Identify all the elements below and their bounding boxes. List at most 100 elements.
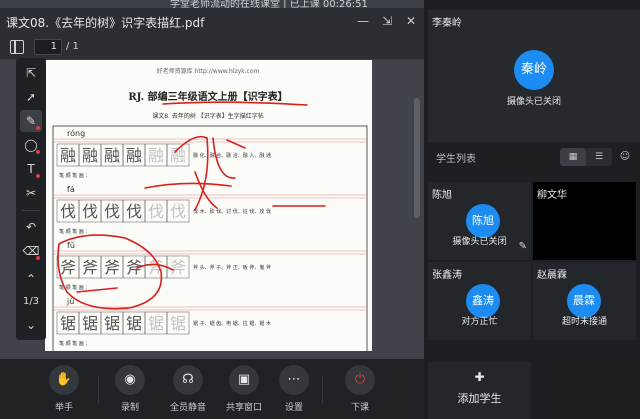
page-total: / 1 [66,41,79,52]
arrow-icon[interactable]: ➚ [20,86,42,108]
document-scrollbar[interactable] [414,58,420,351]
page-number-input[interactable]: 1 [34,39,62,55]
student-name: 赵晨霖 [537,270,567,281]
pdf-page-content: 好老师资源库 http://www.hlzyk.com RJ. 部编三年级语文上… [52,67,368,351]
pen-icon[interactable]: ✎ [20,110,42,132]
record-label: 录制 [120,403,139,413]
scroll-thumb[interactable] [414,98,420,218]
tracing-character: 伐 [60,202,76,221]
student-tile-chenxu[interactable]: 陈旭 陈旭 摄像头已关闭 ✎ [428,182,531,260]
tracing-character: 斧 [104,258,120,277]
teacher-video-tile[interactable]: 李秦岭 秦岭 摄像头已关闭 [428,10,640,142]
app-title-strip: 学堂老师流动的在线课堂 | 已上课 00:26:51 [0,0,424,8]
student-list-title: 学生列表 [436,154,476,165]
student-tile-liuwenhua[interactable]: 柳文华 [533,182,636,260]
settings-button[interactable]: ⋯ 设置 [266,365,322,415]
raise-hand-label: 举手 [54,403,73,413]
tracing-character: 融 [148,146,164,165]
text-icon[interactable]: T [20,158,42,180]
student-name: 柳文华 [537,190,567,201]
strokes-label: 笔 顺 笔 画 ： [59,172,90,179]
document-toolbar: 1 / 1 [0,36,424,60]
grid-view-icon[interactable]: ▦ [560,148,586,166]
student-avatar: 陈旭 [466,204,500,238]
tracing-character: 伐 [148,202,164,221]
classroom-app: 学堂老师流动的在线课堂 | 已上课 00:26:51 课文08.《去年的树》识字… [0,0,640,419]
mute-all-icon: ☊ [173,365,203,395]
list-view-icon[interactable]: ☰ [586,148,612,166]
eraser-icon[interactable]: ⌫ [20,240,42,262]
character-rows: róng融融融融融融融 化、融 合、融 洽、融 入、融 通笔 顺 笔 画 ：fá… [53,128,367,347]
settings-label: 设置 [284,403,303,413]
student-tile-zhangxintao[interactable]: 张鑫涛 鑫涛 对方正忙 [428,262,531,340]
share-window-button[interactable]: ▣ 共享窗口 [216,365,272,415]
sidebar-toggle-icon[interactable] [10,40,24,54]
user-settings-icon[interactable]: ☺ [616,148,634,166]
pen-icon[interactable]: ✎ [519,241,527,252]
worksheet-title: RJ. 部编三年级语文上册【识字表】 [128,90,287,103]
control-divider [322,375,323,403]
teacher-avatar: 秦岭 [514,50,554,90]
word-examples: 融 化、融 合、融 洽、融 入、融 通 [193,152,271,159]
record-icon: ◉ [115,365,145,395]
tracing-character: 融 [82,146,98,165]
ink-stroke [226,139,246,149]
student-tile-zhaochenlin[interactable]: 赵晨霖 晨霖 超时未接通 [533,262,636,340]
minimize-icon[interactable]: — [354,12,372,30]
word-examples: 锯 子、锯 齿、电 锯、拉 锯、锯 木 [193,320,271,327]
tracing-character: 锯 [104,314,120,333]
pinyin-label: fá [67,185,75,194]
tracing-character: 锯 [148,314,164,333]
student-name: 陈旭 [432,190,452,201]
student-camera-status: 摄像头已关闭 [452,237,507,247]
student-call-status: 对方正忙 [461,317,498,327]
page-counter: 1/3 [22,296,40,307]
tracing-character: 融 [60,146,76,165]
add-student-label: 添加学生 [457,392,502,405]
tool-divider [22,210,40,211]
document-header: 课文08.《去年的树》识字表描红.pdf — ⇲ ✕ [0,8,424,36]
close-icon[interactable]: ✕ [402,12,420,30]
tracing-character: 锯 [126,314,142,333]
pinyin-label: róng [67,128,85,138]
undo-icon[interactable]: ↶ [20,216,42,238]
end-class-button[interactable]: ⏻ 下课 [332,365,388,415]
tracing-character: 斧 [170,258,186,277]
share-window-icon: ▣ [229,365,259,395]
control-divider [98,375,99,403]
page-up-icon[interactable]: ⌃ [20,268,42,290]
add-student-button[interactable]: ✚ 添加学生 [428,362,531,419]
tracing-character: 伐 [82,202,98,221]
collapse-icon[interactable]: ⇲ [378,12,396,30]
tracing-character: 斧 [82,258,98,277]
record-button[interactable]: ◉ 录制 [102,365,158,415]
raise-hand-icon: ✋ [49,365,79,395]
ink-stroke [174,135,209,211]
strokes-label: 笔 顺 笔 画 ： [59,340,90,347]
tracing-character: 锯 [82,314,98,333]
control-bar: ✋ 举手 ◉ 录制 ☊ 全员静音 ▣ 共享窗口 ⋯ 设置 ⏻ 下课 [0,359,424,419]
shapes-icon[interactable]: ◯ [20,134,42,156]
student-avatar: 鑫涛 [466,284,500,318]
page-down-icon[interactable]: ⌄ [20,314,42,336]
tracing-character: 融 [104,146,120,165]
app-title: 学堂老师流动的在线课堂 | 已上课 00:26:51 [170,0,368,8]
tracing-character: 伐 [170,202,186,221]
scissors-icon[interactable]: ✂ [20,182,42,204]
handwriting-annotations [57,101,326,310]
pinyin-label: fǔ [67,241,75,250]
teacher-camera-status: 摄像头已关闭 [506,97,561,107]
teacher-name: 李秦岭 [432,18,462,29]
view-toggle: ▦ ☰ [560,148,612,166]
tracing-character: 锯 [170,314,186,333]
strokes-label: 笔 顺 笔 画 ： [59,228,90,235]
word-examples: 伐 木、砍 伐、讨 伐、征 伐、攻 伐 [193,208,271,215]
participants-panel: 李秦岭 秦岭 摄像头已关闭 学生列表 ▦ ☰ ☺ 陈旭 陈旭 摄像头已关闭 ✎ … [424,0,640,419]
tracing-character: 锯 [60,314,76,333]
annotation-toolbar: ⇱ ➚ ✎ ◯ T ✂ ↶ ⌫ ⌃ 1/3 ⌄ [16,58,46,340]
raise-hand-button[interactable]: ✋ 举手 [36,365,92,415]
cursor-select-icon[interactable]: ⇱ [20,62,42,84]
tracing-character: 伐 [104,202,120,221]
mute-all-button[interactable]: ☊ 全员静音 [160,365,216,415]
pdf-page: 好老师资源库 http://www.hlzyk.com RJ. 部编三年级语文上… [45,60,372,351]
